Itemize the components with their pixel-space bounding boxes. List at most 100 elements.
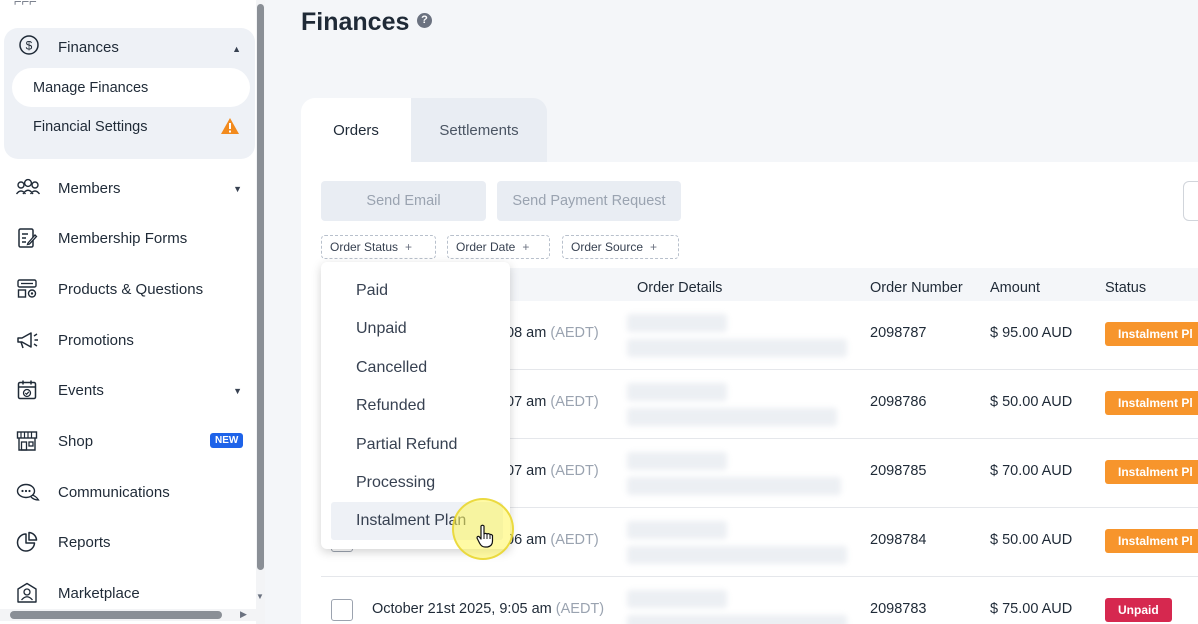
sidebar-item-label: Communications [58, 483, 170, 501]
dropdown-option-cancelled[interactable]: Cancelled [331, 349, 503, 387]
sidebar-item-products-questions[interactable]: Products & Questions [0, 269, 256, 309]
order-number[interactable]: 2098785 [870, 463, 926, 479]
order-amount: $ 75.00 AUD [990, 601, 1073, 617]
plus-icon: + [522, 240, 530, 254]
finances-group: $ Finances ▲ Manage Finances Financial S… [4, 28, 255, 159]
row-checkbox[interactable] [331, 599, 353, 621]
dollar-icon: $ [18, 34, 40, 61]
sidebar-item-communications[interactable]: Communications [0, 472, 256, 512]
marketplace-icon [16, 582, 38, 604]
column-amount[interactable]: Amount [990, 280, 1040, 296]
sidebar-item-membership-forms[interactable]: Membership Forms [0, 218, 256, 258]
filter-label: Order Status [330, 240, 399, 254]
dropdown-option-refunded[interactable]: Refunded [331, 387, 503, 425]
redacted-customer-email [627, 408, 837, 426]
svg-text:$: $ [26, 38, 33, 52]
products-icon [16, 278, 38, 300]
sidebar-item-reports[interactable]: Reports [0, 522, 256, 562]
column-order-details[interactable]: Order Details [637, 280, 722, 296]
sidebar-item-label: Members [58, 179, 121, 197]
scrollbar-thumb[interactable] [257, 4, 264, 570]
sidebar-item-marketplace[interactable]: Marketplace [0, 573, 256, 613]
order-amount: $ 70.00 AUD [990, 463, 1073, 479]
shop-icon [16, 430, 38, 452]
scrollbar-thumb[interactable] [10, 611, 222, 619]
status-badge: Instalment Pl [1105, 529, 1198, 553]
page-title: Finances [301, 8, 410, 36]
order-number[interactable]: 2098787 [870, 325, 926, 341]
dropdown-option-paid[interactable]: Paid [331, 272, 503, 310]
filter-label: Order Source [571, 240, 644, 254]
sidebar-item-shop[interactable]: Shop NEW [0, 421, 256, 461]
sidebar-item-finances[interactable]: $ Finances ▲ [4, 28, 255, 66]
redacted-customer-name [627, 383, 727, 401]
scroll-down-arrow-icon[interactable]: ▼ [256, 592, 264, 601]
sidebar-subitem-label: Financial Settings [33, 118, 148, 135]
sidebar-item-label: Membership Forms [58, 229, 188, 247]
sidebar-item-label: Reports [58, 533, 111, 551]
order-number[interactable]: 2098784 [870, 532, 926, 548]
dropdown-option-unpaid[interactable]: Unpaid [331, 310, 503, 348]
warning-icon [220, 117, 240, 139]
scroll-right-arrow-icon[interactable]: ▶ [240, 609, 247, 620]
sidebar-item-label: Marketplace [58, 584, 140, 602]
sidebar-item-label: Promotions [58, 331, 134, 349]
column-order-number[interactable]: Order Number [870, 280, 963, 296]
sidebar-item-events[interactable]: Events ▼ [0, 370, 256, 410]
order-amount: $ 50.00 AUD [990, 532, 1073, 548]
redacted-customer-email [627, 339, 847, 357]
tab-settlements[interactable]: Settlements [411, 98, 547, 162]
sidebar-vertical-scrollbar[interactable]: ▼ [256, 0, 265, 624]
filter-order-source[interactable]: Order Source + [562, 235, 679, 259]
pie-chart-icon [16, 531, 38, 553]
sidebar-subitem-label: Manage Finances [33, 79, 149, 96]
plus-icon: + [650, 240, 658, 254]
redacted-customer-name [627, 521, 727, 539]
order-amount: $ 50.00 AUD [990, 394, 1073, 410]
order-number[interactable]: 2098786 [870, 394, 926, 410]
chevron-up-icon[interactable]: ▲ [232, 44, 241, 54]
sidebar-item-label: Shop [58, 432, 94, 450]
redacted-customer-email [627, 615, 847, 624]
status-badge: Instalment Pl [1105, 460, 1198, 484]
chevron-down-icon[interactable]: ▼ [233, 386, 242, 396]
send-email-button[interactable]: Send Email [321, 181, 486, 221]
sidebar-item-label: Events [58, 381, 104, 399]
redacted-customer-name [627, 590, 727, 608]
forms-icon [16, 227, 38, 249]
members-icon [15, 177, 41, 199]
tab-label: Orders [333, 121, 379, 139]
filter-label: Order Date [456, 240, 516, 254]
order-amount: $ 95.00 AUD [990, 325, 1073, 341]
sidebar-clipped-item: ⌐⌐⌐ [14, 0, 37, 9]
sidebar-item-promotions[interactable]: Promotions [0, 320, 256, 360]
table-row[interactable]: October 21st 2025, 9:05 am (AEDT) 209878… [321, 577, 1198, 624]
search-input[interactable] [1183, 181, 1198, 221]
status-badge: Instalment Pl [1105, 322, 1198, 346]
column-status[interactable]: Status [1105, 280, 1146, 296]
sidebar-item-members[interactable]: Members ▼ [0, 168, 256, 208]
dropdown-option-partial-refund[interactable]: Partial Refund [331, 426, 503, 464]
filter-order-status[interactable]: Order Status + [321, 235, 436, 259]
help-icon[interactable]: ? [417, 13, 432, 28]
status-badge: Instalment Pl [1105, 391, 1198, 415]
sidebar-subitem-manage-finances[interactable]: Manage Finances [12, 68, 250, 107]
chat-icon [16, 481, 40, 503]
filter-order-date[interactable]: Order Date + [447, 235, 550, 259]
sidebar-subitem-financial-settings[interactable]: Financial Settings [12, 107, 250, 146]
new-badge: NEW [210, 433, 244, 448]
dropdown-option-processing[interactable]: Processing [331, 464, 503, 502]
send-payment-request-button[interactable]: Send Payment Request [497, 181, 681, 221]
order-date: October 21st 2025, 9:05 am (AEDT) [372, 601, 605, 617]
pointer-hand-icon [476, 524, 494, 553]
megaphone-icon [16, 329, 38, 351]
sidebar: ⌐⌐⌐ $ Finances ▲ Manage Finances Financi… [0, 0, 256, 624]
redacted-customer-email [627, 477, 841, 495]
redacted-customer-name [627, 452, 727, 470]
sidebar-horizontal-scrollbar[interactable]: ▶ [0, 609, 256, 621]
chevron-down-icon[interactable]: ▼ [233, 184, 242, 194]
status-badge: Unpaid [1105, 598, 1172, 622]
redacted-customer-name [627, 314, 727, 332]
order-number[interactable]: 2098783 [870, 601, 926, 617]
tab-orders[interactable]: Orders [301, 98, 411, 162]
